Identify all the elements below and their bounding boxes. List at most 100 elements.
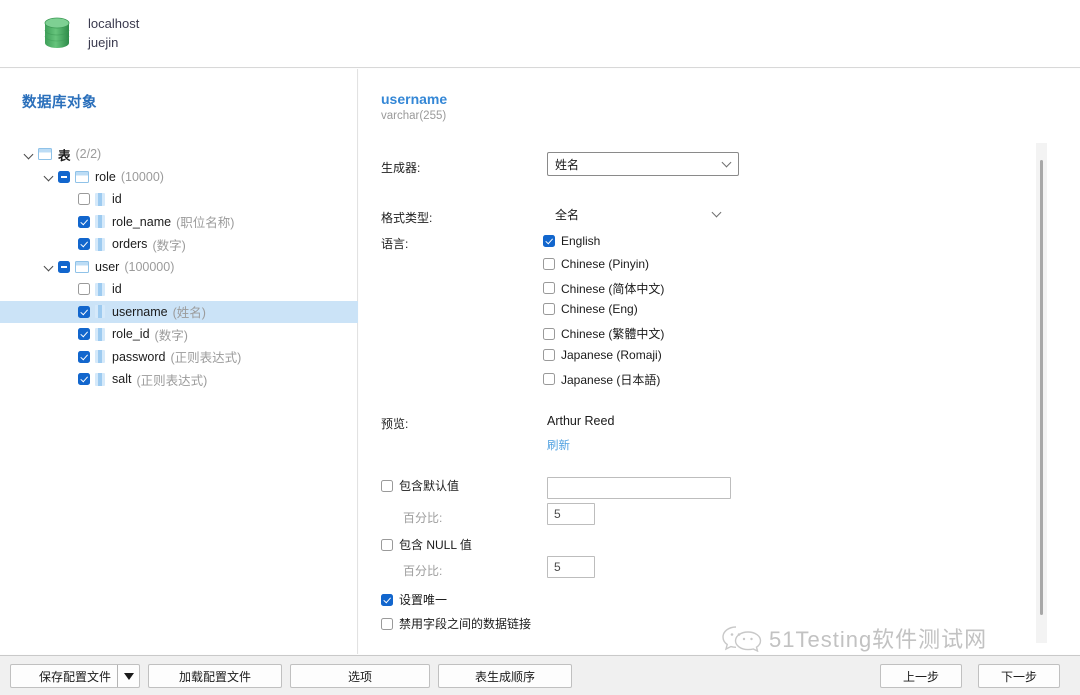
tree-checkbox[interactable] xyxy=(78,193,90,206)
tree-node-meta: (职位名称) xyxy=(176,216,235,231)
column-icon xyxy=(95,350,105,364)
tree-checkbox[interactable] xyxy=(78,238,90,251)
language-label-text: Chinese (Pinyin) xyxy=(561,256,650,271)
disable-data-link-option[interactable]: 禁用字段之间的数据链接 xyxy=(381,615,531,632)
tree-row[interactable]: id xyxy=(0,188,358,211)
column-icon xyxy=(95,282,105,296)
object-tree[interactable]: 表 (2/2) role (10000) id role_name (职位名称) orders… xyxy=(0,143,358,391)
column-icon xyxy=(95,237,105,251)
generator-select[interactable]: 姓名 xyxy=(547,152,739,176)
column-icon xyxy=(95,215,105,229)
include-null-option[interactable]: 包含 NULL 值 xyxy=(381,536,472,553)
tree-row[interactable]: role (10000) xyxy=(0,166,358,189)
next-step-button[interactable]: 下一步 xyxy=(978,664,1060,688)
language-option[interactable]: English xyxy=(543,234,600,248)
tree-checkbox[interactable] xyxy=(58,170,70,183)
next-step-label: 下一步 xyxy=(1000,669,1037,684)
field-name-title: username xyxy=(381,91,448,107)
preview-value: Arthur Reed xyxy=(547,414,615,428)
field-settings-panel: username varchar(255) 生成器: 姓名 格式类型: 全名 语… xyxy=(359,69,1080,654)
tree-node-label: username xyxy=(112,304,168,319)
format-type-label: 格式类型: xyxy=(381,211,433,225)
language-option[interactable]: Japanese (日本語) xyxy=(543,371,660,388)
tree-node-label: id xyxy=(112,192,122,207)
null-percent-input[interactable] xyxy=(547,556,595,578)
tree-node-label: salt xyxy=(112,372,132,387)
options-label: 选项 xyxy=(347,669,372,684)
table-folder-icon xyxy=(75,170,89,183)
tree-checkbox[interactable] xyxy=(58,260,70,273)
refresh-link[interactable]: 刷新 xyxy=(547,437,570,453)
language-checkbox[interactable] xyxy=(543,327,555,340)
previous-step-label: 上一步 xyxy=(902,669,939,684)
set-unique-checkbox[interactable] xyxy=(381,593,393,606)
format-type-select[interactable]: 全名 xyxy=(547,203,729,225)
tree-checkbox[interactable] xyxy=(78,373,90,386)
language-option[interactable]: Chinese (繁體中文) xyxy=(543,325,664,342)
tree-row[interactable]: role_name (职位名称) xyxy=(0,211,358,234)
tree-checkbox[interactable] xyxy=(78,350,90,363)
load-profile-label: 加载配置文件 xyxy=(178,669,251,684)
tree-row[interactable]: role_id (数字) xyxy=(0,323,358,346)
language-option[interactable]: Chinese (简体中文) xyxy=(543,280,664,297)
table-folder-icon xyxy=(75,260,89,273)
vertical-scrollbar-thumb[interactable] xyxy=(1040,160,1043,615)
include-default-option[interactable]: 包含默认值 xyxy=(381,477,459,494)
save-profile-label: 保存配置文件 xyxy=(38,669,111,684)
tree-node-label: user xyxy=(95,259,120,274)
tree-row[interactable]: 表 (2/2) xyxy=(0,143,358,166)
tree-checkbox[interactable] xyxy=(78,305,90,318)
tree-node-label: role_id xyxy=(112,327,150,342)
preview-label: 预览: xyxy=(381,417,409,431)
save-profile-button[interactable]: 保存配置文件 xyxy=(10,664,140,688)
tree-row[interactable]: id xyxy=(0,278,358,301)
default-value-input[interactable] xyxy=(547,477,731,499)
language-checkbox[interactable] xyxy=(543,303,555,316)
database-data-generator-window: localhost juejin 数据库对象 表 (2/2) role (10000)… xyxy=(0,0,1080,695)
tree-node-label: role xyxy=(95,169,116,184)
database-objects-panel: 数据库对象 表 (2/2) role (10000) id role_name (职位名称)… xyxy=(0,69,358,654)
tree-node-meta: (正则表达式) xyxy=(136,373,208,388)
chevron-down-icon[interactable] xyxy=(44,171,55,182)
chevron-down-icon[interactable] xyxy=(44,261,55,272)
previous-step-button[interactable]: 上一步 xyxy=(880,664,962,688)
language-checkbox[interactable] xyxy=(543,349,555,361)
tree-row[interactable]: salt (正则表达式) xyxy=(0,368,358,391)
generator-value: 姓名 xyxy=(555,157,580,172)
language-checkbox[interactable] xyxy=(543,373,555,386)
panel-title: 数据库对象 xyxy=(22,95,97,111)
tree-node-meta: (10000) xyxy=(120,169,164,184)
include-null-checkbox[interactable] xyxy=(381,538,393,551)
bottom-toolbar: 保存配置文件 加载配置文件 选项 表生成顺序 上一步 下一步 xyxy=(0,655,1080,695)
tree-row[interactable]: username (姓名) xyxy=(0,300,358,323)
set-unique-option[interactable]: 设置唯一 xyxy=(381,591,447,608)
language-option[interactable]: Chinese (Pinyin) xyxy=(543,257,649,271)
load-profile-button[interactable]: 加载配置文件 xyxy=(148,664,282,688)
default-percent-input[interactable] xyxy=(547,503,595,525)
chevron-down-icon[interactable] xyxy=(24,149,35,160)
save-profile-dropdown-caret[interactable] xyxy=(117,665,139,687)
language-checkbox[interactable] xyxy=(543,282,555,295)
disable-data-link-checkbox[interactable] xyxy=(381,617,393,630)
tree-checkbox[interactable] xyxy=(78,215,90,228)
tree-node-meta: (数字) xyxy=(152,238,186,253)
tree-row[interactable]: orders (数字) xyxy=(0,233,358,256)
language-option[interactable]: Japanese (Romaji) xyxy=(543,348,662,362)
language-checkbox[interactable] xyxy=(543,257,555,270)
connection-database: juejin xyxy=(88,35,119,50)
table-order-label: 表生成顺序 xyxy=(474,669,535,684)
tree-row[interactable]: password (正则表达式) xyxy=(0,346,358,369)
disable-data-link-label: 禁用字段之间的数据链接 xyxy=(399,617,532,631)
include-default-checkbox[interactable] xyxy=(381,479,393,492)
column-icon xyxy=(95,372,105,386)
null-percent-label: 百分比: xyxy=(403,564,443,578)
language-checkbox[interactable] xyxy=(543,235,555,247)
include-default-label: 包含默认值 xyxy=(399,479,460,493)
window-header: localhost juejin xyxy=(0,0,1080,68)
language-option[interactable]: Chinese (Eng) xyxy=(543,302,638,316)
table-order-button[interactable]: 表生成顺序 xyxy=(438,664,572,688)
tree-checkbox[interactable] xyxy=(78,283,90,296)
tree-row[interactable]: user (100000) xyxy=(0,256,358,279)
tree-checkbox[interactable] xyxy=(78,328,90,341)
options-button[interactable]: 选项 xyxy=(290,664,430,688)
